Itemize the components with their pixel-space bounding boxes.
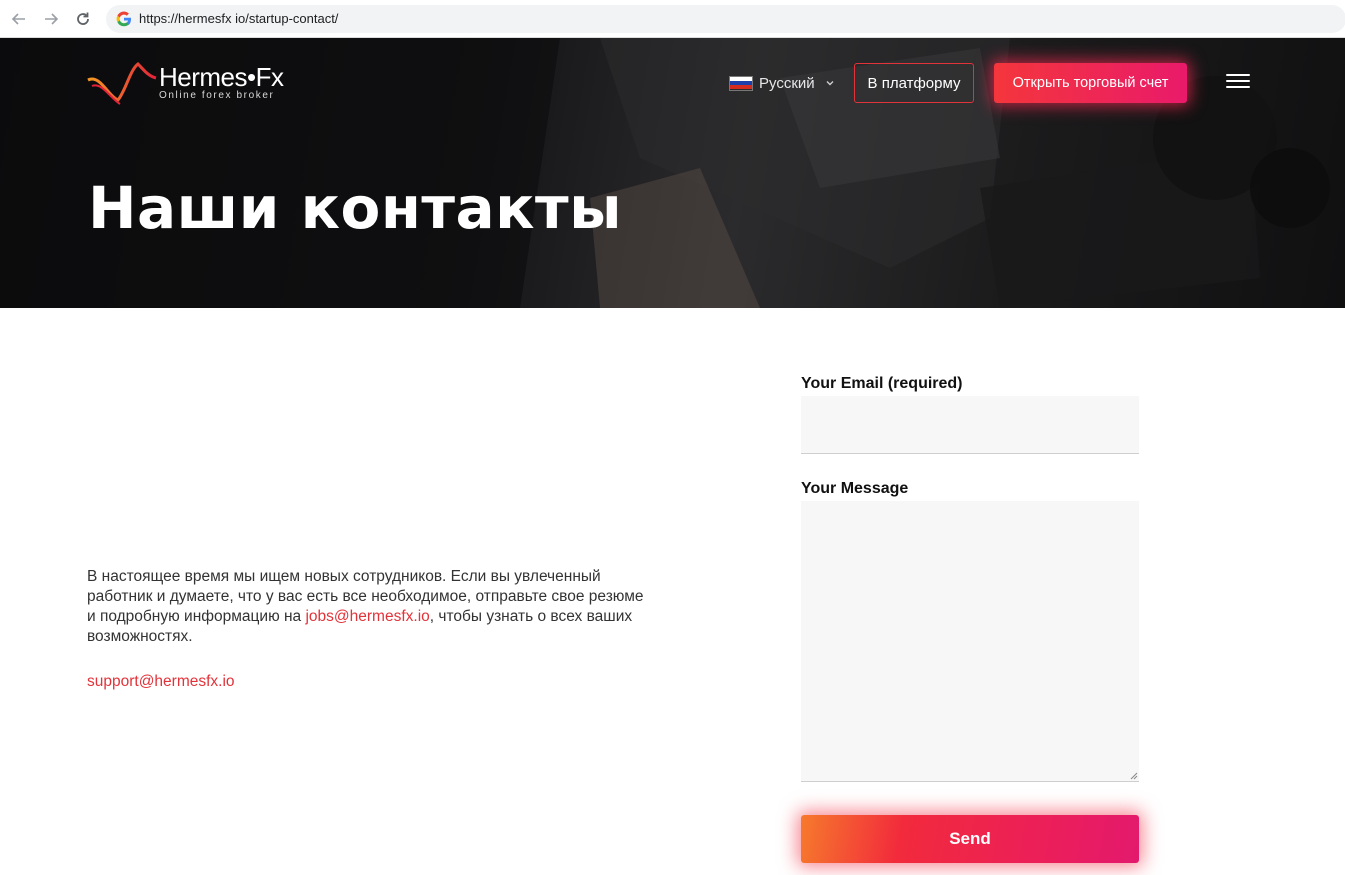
send-button[interactable]: Send xyxy=(801,815,1139,863)
logo-subtitle: Online forex broker xyxy=(159,90,275,101)
page-title: Наши контакты xyxy=(88,174,623,242)
open-account-button[interactable]: Открыть торговый счет xyxy=(994,63,1187,103)
resize-handle-icon[interactable] xyxy=(1128,770,1138,780)
careers-paragraph: В настоящее время мы ищем новых сотрудни… xyxy=(87,567,652,647)
email-label: Your Email (required) xyxy=(801,375,963,392)
site-logo[interactable]: Hermes•Fx Online forex broker xyxy=(86,60,296,106)
reload-button[interactable] xyxy=(73,9,93,29)
forward-button[interactable] xyxy=(41,9,61,29)
reload-icon xyxy=(77,12,89,25)
support-email-link[interactable]: support@hermesfx.io xyxy=(87,673,235,691)
hero-banner: Hermes•Fx Online forex broker Русский В … xyxy=(0,38,1345,308)
language-selector[interactable]: Русский xyxy=(729,73,835,93)
message-field[interactable] xyxy=(801,501,1139,782)
address-bar[interactable]: https://hermesfx io/startup-contact/ xyxy=(106,5,1345,33)
logo-text: Hermes•Fx xyxy=(159,62,284,92)
browser-toolbar: https://hermesfx io/startup-contact/ xyxy=(0,0,1345,38)
message-label: Your Message xyxy=(801,480,909,497)
platform-button[interactable]: В платформу xyxy=(854,63,974,103)
russia-flag-icon xyxy=(729,75,753,91)
google-icon xyxy=(116,11,131,27)
arrow-right-icon xyxy=(45,13,59,25)
jobs-email-link[interactable]: jobs@hermesfx.io xyxy=(305,608,429,625)
arrow-left-icon xyxy=(11,13,25,25)
logo-wave-icon xyxy=(87,62,157,105)
back-button[interactable] xyxy=(9,9,29,29)
hamburger-menu-icon[interactable] xyxy=(1226,74,1250,92)
language-label: Русский xyxy=(759,74,815,92)
url-text: https://hermesfx io/startup-contact/ xyxy=(139,11,339,26)
chevron-down-icon xyxy=(826,81,834,86)
email-field[interactable] xyxy=(801,396,1139,454)
